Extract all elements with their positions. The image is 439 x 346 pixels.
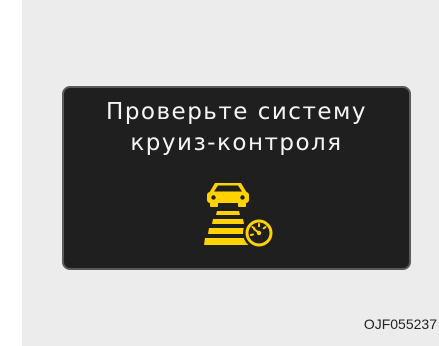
car-wheel-left-icon	[210, 201, 218, 207]
headlight-left-icon	[211, 195, 216, 200]
lane-stripe-3-icon	[208, 228, 248, 234]
car-wheel-right-icon	[238, 201, 246, 207]
lane-stripe-4-icon	[204, 238, 251, 245]
speedometer-tick-1	[250, 233, 254, 236]
cluster-message-display: Проверьте систему круиз-контроля	[62, 86, 411, 270]
figure-code-label: OJF055237	[363, 316, 437, 332]
warning-message-line-2: круиз-контроля	[130, 130, 343, 156]
lane-stripe-2-icon	[212, 219, 244, 224]
lane-stripe-1-icon	[216, 211, 240, 215]
headlight-right-icon	[240, 195, 245, 200]
speedometer-tick-4	[262, 226, 267, 230]
cruise-control-warning-icon	[204, 183, 275, 249]
windshield-icon	[214, 185, 242, 192]
warning-message-line-1: Проверьте систему	[106, 99, 367, 125]
speedometer-hub-icon	[256, 230, 262, 236]
